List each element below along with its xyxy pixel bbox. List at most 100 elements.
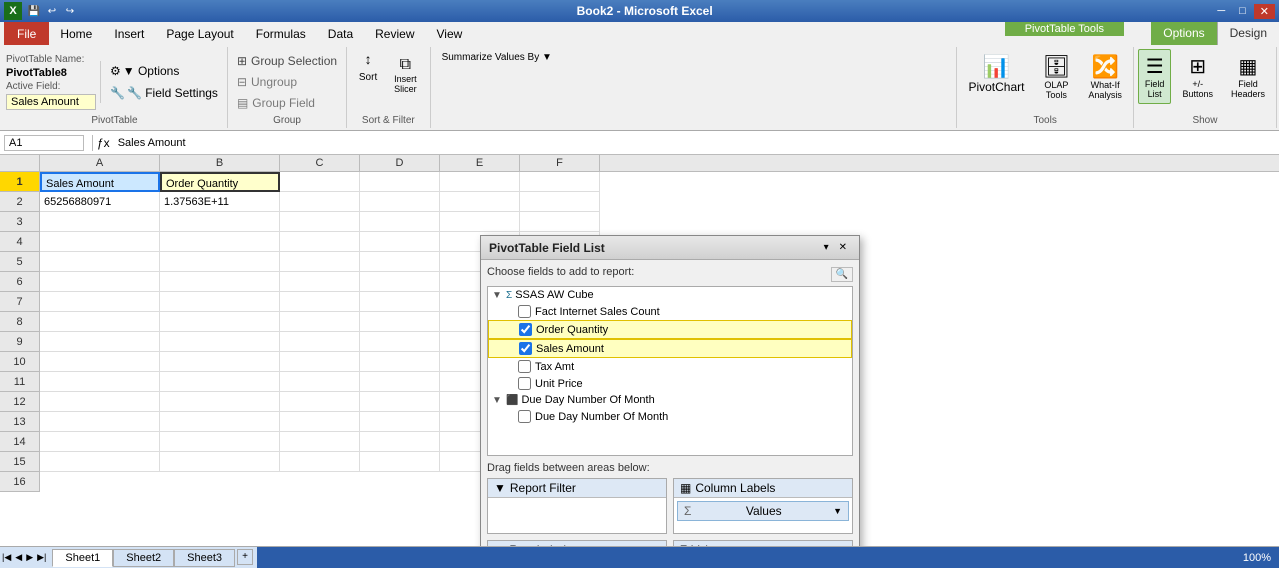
minimize-btn[interactable]: ─ bbox=[1211, 4, 1231, 19]
list-item[interactable]: Order Quantity bbox=[488, 320, 852, 339]
what-if-button[interactable]: 🔀 What-If Analysis bbox=[1081, 49, 1129, 105]
sheet-prev-btn[interactable]: ◀ bbox=[13, 552, 24, 563]
list-item[interactable]: Due Day Number Of Month bbox=[488, 408, 852, 425]
col-header-d[interactable]: D bbox=[360, 155, 440, 171]
tab-file[interactable]: File bbox=[4, 22, 49, 45]
cell-c1[interactable] bbox=[280, 172, 360, 192]
list-item[interactable]: Sales Amount bbox=[488, 339, 852, 358]
insert-sheet-btn[interactable]: + bbox=[237, 549, 253, 565]
cell-f1[interactable] bbox=[520, 172, 600, 192]
due-day-checkbox[interactable] bbox=[518, 410, 531, 423]
field-list-button[interactable]: ☰ Field List bbox=[1138, 49, 1172, 104]
row-num-15[interactable]: 15 bbox=[0, 452, 39, 472]
col-header-a[interactable]: A bbox=[40, 155, 160, 171]
field-settings-button[interactable]: 🔧 🔧 Field Settings bbox=[105, 83, 223, 103]
fact-sales-count-checkbox[interactable] bbox=[518, 305, 531, 318]
undo-quick-btn[interactable]: ↩ bbox=[44, 3, 60, 19]
column-values-dropdown[interactable]: ▼ bbox=[833, 506, 842, 516]
redo-quick-btn[interactable]: ↪ bbox=[62, 3, 78, 19]
pivot-chart-button[interactable]: 📊 PivotChart bbox=[961, 49, 1031, 99]
row-num-1[interactable]: 1 bbox=[0, 172, 39, 192]
active-field-input[interactable] bbox=[6, 94, 96, 110]
col-header-c[interactable]: C bbox=[280, 155, 360, 171]
col-header-f[interactable]: F bbox=[520, 155, 600, 171]
order-quantity-checkbox[interactable] bbox=[519, 323, 532, 336]
row-num-13[interactable]: 13 bbox=[0, 412, 39, 432]
pivot-fields-list[interactable]: ▼ Σ SSAS AW Cube Fact Internet Sales Cou… bbox=[487, 286, 853, 456]
olap-tools-button[interactable]: 🗄 OLAP Tools bbox=[1035, 49, 1077, 105]
cell-d1[interactable] bbox=[360, 172, 440, 192]
row-num-10[interactable]: 10 bbox=[0, 352, 39, 372]
report-filter-area[interactable]: ▼ Report Filter bbox=[487, 478, 667, 534]
sheet-tab-1[interactable]: Sheet1 bbox=[52, 549, 113, 567]
row-num-2[interactable]: 2 bbox=[0, 192, 39, 212]
row-num-12[interactable]: 12 bbox=[0, 392, 39, 412]
row-num-14[interactable]: 14 bbox=[0, 432, 39, 452]
row-num-6[interactable]: 6 bbox=[0, 272, 39, 292]
list-item[interactable]: ▼ ⬛ Due Day Number Of Month bbox=[488, 392, 852, 408]
tab-review[interactable]: Review bbox=[364, 22, 425, 45]
due-day-expand-icon[interactable]: ▼ bbox=[492, 395, 506, 406]
list-item[interactable]: ▼ Σ SSAS AW Cube bbox=[488, 287, 852, 303]
column-labels-area[interactable]: ▦ Column Labels Σ Values ▼ bbox=[673, 478, 853, 534]
row-num-3[interactable]: 3 bbox=[0, 212, 39, 232]
sales-amount-checkbox[interactable] bbox=[519, 342, 532, 355]
cell-e1[interactable] bbox=[440, 172, 520, 192]
tab-view[interactable]: View bbox=[426, 22, 474, 45]
cell-a2[interactable]: 65256880971 bbox=[40, 192, 160, 212]
name-box[interactable] bbox=[4, 135, 84, 151]
cell-c2[interactable] bbox=[280, 192, 360, 212]
column-values-tag[interactable]: Σ Values ▼ bbox=[677, 501, 849, 521]
pivot-panel-dropdown-btn[interactable]: ▾ bbox=[820, 240, 833, 255]
cell-d2[interactable] bbox=[360, 192, 440, 212]
cell-f2[interactable] bbox=[520, 192, 600, 212]
insert-slicer-button[interactable]: ⧉ Insert Slicer bbox=[387, 51, 424, 99]
cell-b2[interactable]: 1.37563E+11 bbox=[160, 192, 280, 212]
sort-button[interactable]: Sort bbox=[353, 69, 383, 86]
list-item[interactable]: Tax Amt bbox=[488, 358, 852, 375]
cell-b1[interactable]: Order Quantity bbox=[160, 172, 280, 192]
row-num-5[interactable]: 5 bbox=[0, 252, 39, 272]
cell-e2[interactable] bbox=[440, 192, 520, 212]
unit-price-checkbox[interactable] bbox=[518, 377, 531, 390]
row-num-16[interactable]: 16 bbox=[0, 472, 39, 492]
field-list-search-btn[interactable]: 🔍 bbox=[831, 267, 853, 282]
tab-data[interactable]: Data bbox=[317, 22, 364, 45]
group-selection-button[interactable]: ⊞ Group Selection bbox=[232, 51, 342, 71]
tax-amt-checkbox[interactable] bbox=[518, 360, 531, 373]
row-num-9[interactable]: 9 bbox=[0, 332, 39, 352]
row-num-7[interactable]: 7 bbox=[0, 292, 39, 312]
col-header-e[interactable]: E bbox=[440, 155, 520, 171]
close-btn[interactable]: ✕ bbox=[1254, 4, 1275, 19]
tab-home[interactable]: Home bbox=[49, 22, 103, 45]
field-headers-button[interactable]: ▦ Field Headers bbox=[1224, 49, 1272, 104]
list-item[interactable]: Unit Price bbox=[488, 375, 852, 392]
tab-design[interactable]: Design bbox=[1217, 22, 1279, 45]
sheet-first-btn[interactable]: |◀ bbox=[0, 552, 13, 563]
group-field-button[interactable]: ▤ Group Field bbox=[232, 93, 342, 113]
ungroup-button[interactable]: ⊟ Ungroup bbox=[232, 72, 342, 92]
sheet-last-btn[interactable]: ▶| bbox=[35, 552, 48, 563]
maximize-btn[interactable]: □ bbox=[1233, 4, 1252, 19]
list-item[interactable]: Fact Internet Sales Count bbox=[488, 303, 852, 320]
pivot-panel-close-btn[interactable]: ✕ bbox=[835, 240, 851, 255]
sheet-next-btn[interactable]: ▶ bbox=[24, 552, 35, 563]
tab-formulas[interactable]: Formulas bbox=[245, 22, 317, 45]
sheet-tab-2[interactable]: Sheet2 bbox=[113, 549, 174, 567]
cell-a3[interactable] bbox=[40, 212, 160, 232]
plus-minus-button[interactable]: ⊞ +/- Buttons bbox=[1175, 49, 1220, 104]
formula-input[interactable] bbox=[114, 137, 1275, 149]
sheet-tab-3[interactable]: Sheet3 bbox=[174, 549, 235, 567]
cell-a1[interactable]: Sales Amount bbox=[40, 172, 160, 192]
tab-insert[interactable]: Insert bbox=[103, 22, 155, 45]
save-quick-btn[interactable]: 💾 bbox=[26, 3, 42, 19]
row-num-8[interactable]: 8 bbox=[0, 312, 39, 332]
summarize-values-button[interactable]: Summarize Values By ▼ bbox=[437, 49, 951, 66]
row-num-11[interactable]: 11 bbox=[0, 372, 39, 392]
tab-options[interactable]: Options bbox=[1151, 22, 1216, 45]
col-header-b[interactable]: B bbox=[160, 155, 280, 171]
expand-icon[interactable]: ▼ bbox=[492, 290, 506, 301]
tab-page-layout[interactable]: Page Layout bbox=[155, 22, 244, 45]
row-num-4[interactable]: 4 bbox=[0, 232, 39, 252]
options-button[interactable]: ⚙ ▼ Options bbox=[105, 61, 223, 81]
